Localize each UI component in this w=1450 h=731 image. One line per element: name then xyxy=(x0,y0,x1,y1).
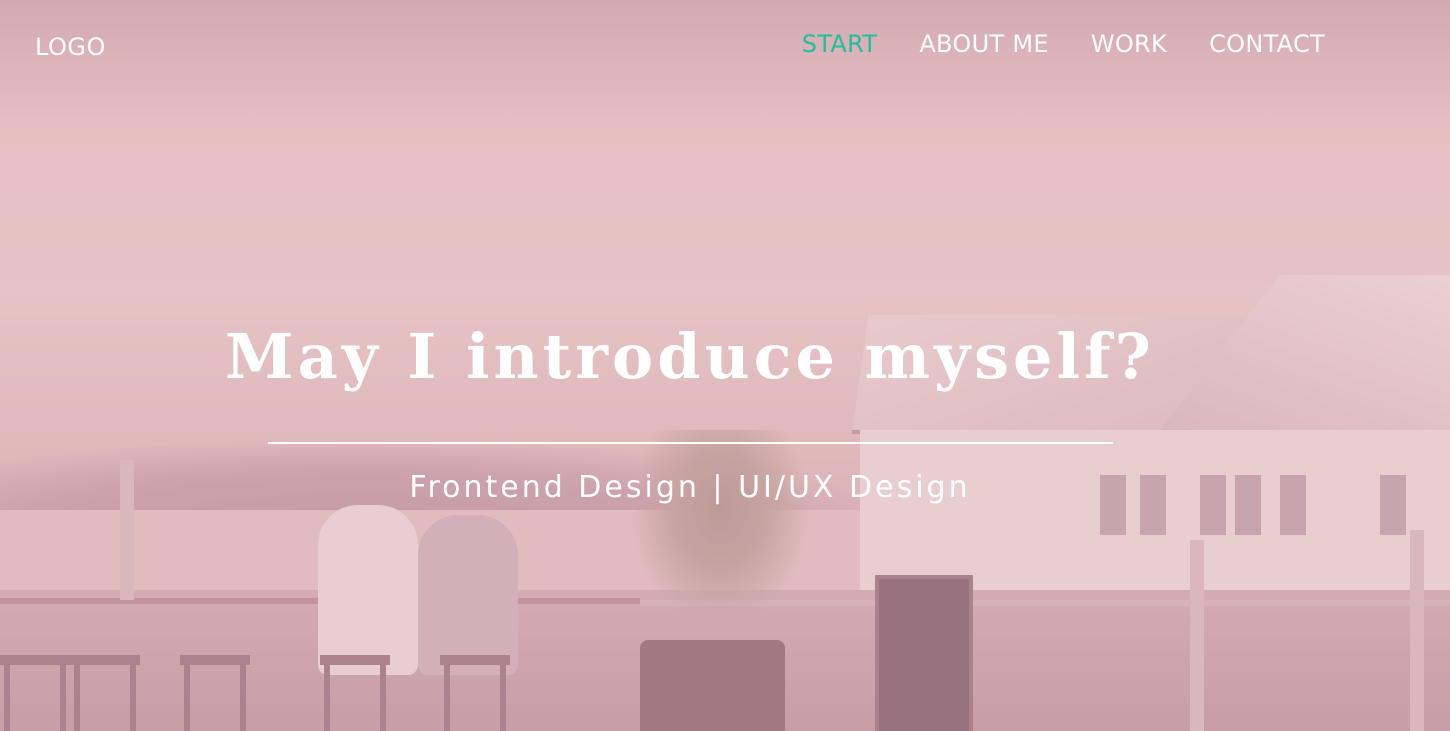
nav-item-start[interactable]: START xyxy=(802,30,878,58)
nav-item-contact[interactable]: CONTACT xyxy=(1209,30,1325,58)
hero-title: May I introduce myself? xyxy=(224,320,1156,393)
hero-section: LOGO START ABOUT ME WORK CONTACT May I i… xyxy=(0,0,1450,731)
nav-item-about-me[interactable]: ABOUT ME xyxy=(919,30,1048,58)
hero-divider xyxy=(268,442,1113,444)
logo[interactable]: LOGO xyxy=(35,33,106,61)
nav-item-work[interactable]: WORK xyxy=(1091,30,1167,58)
main-nav: START ABOUT ME WORK CONTACT xyxy=(802,30,1325,58)
hero-subtitle: Frontend Design | UI/UX Design xyxy=(409,470,971,505)
